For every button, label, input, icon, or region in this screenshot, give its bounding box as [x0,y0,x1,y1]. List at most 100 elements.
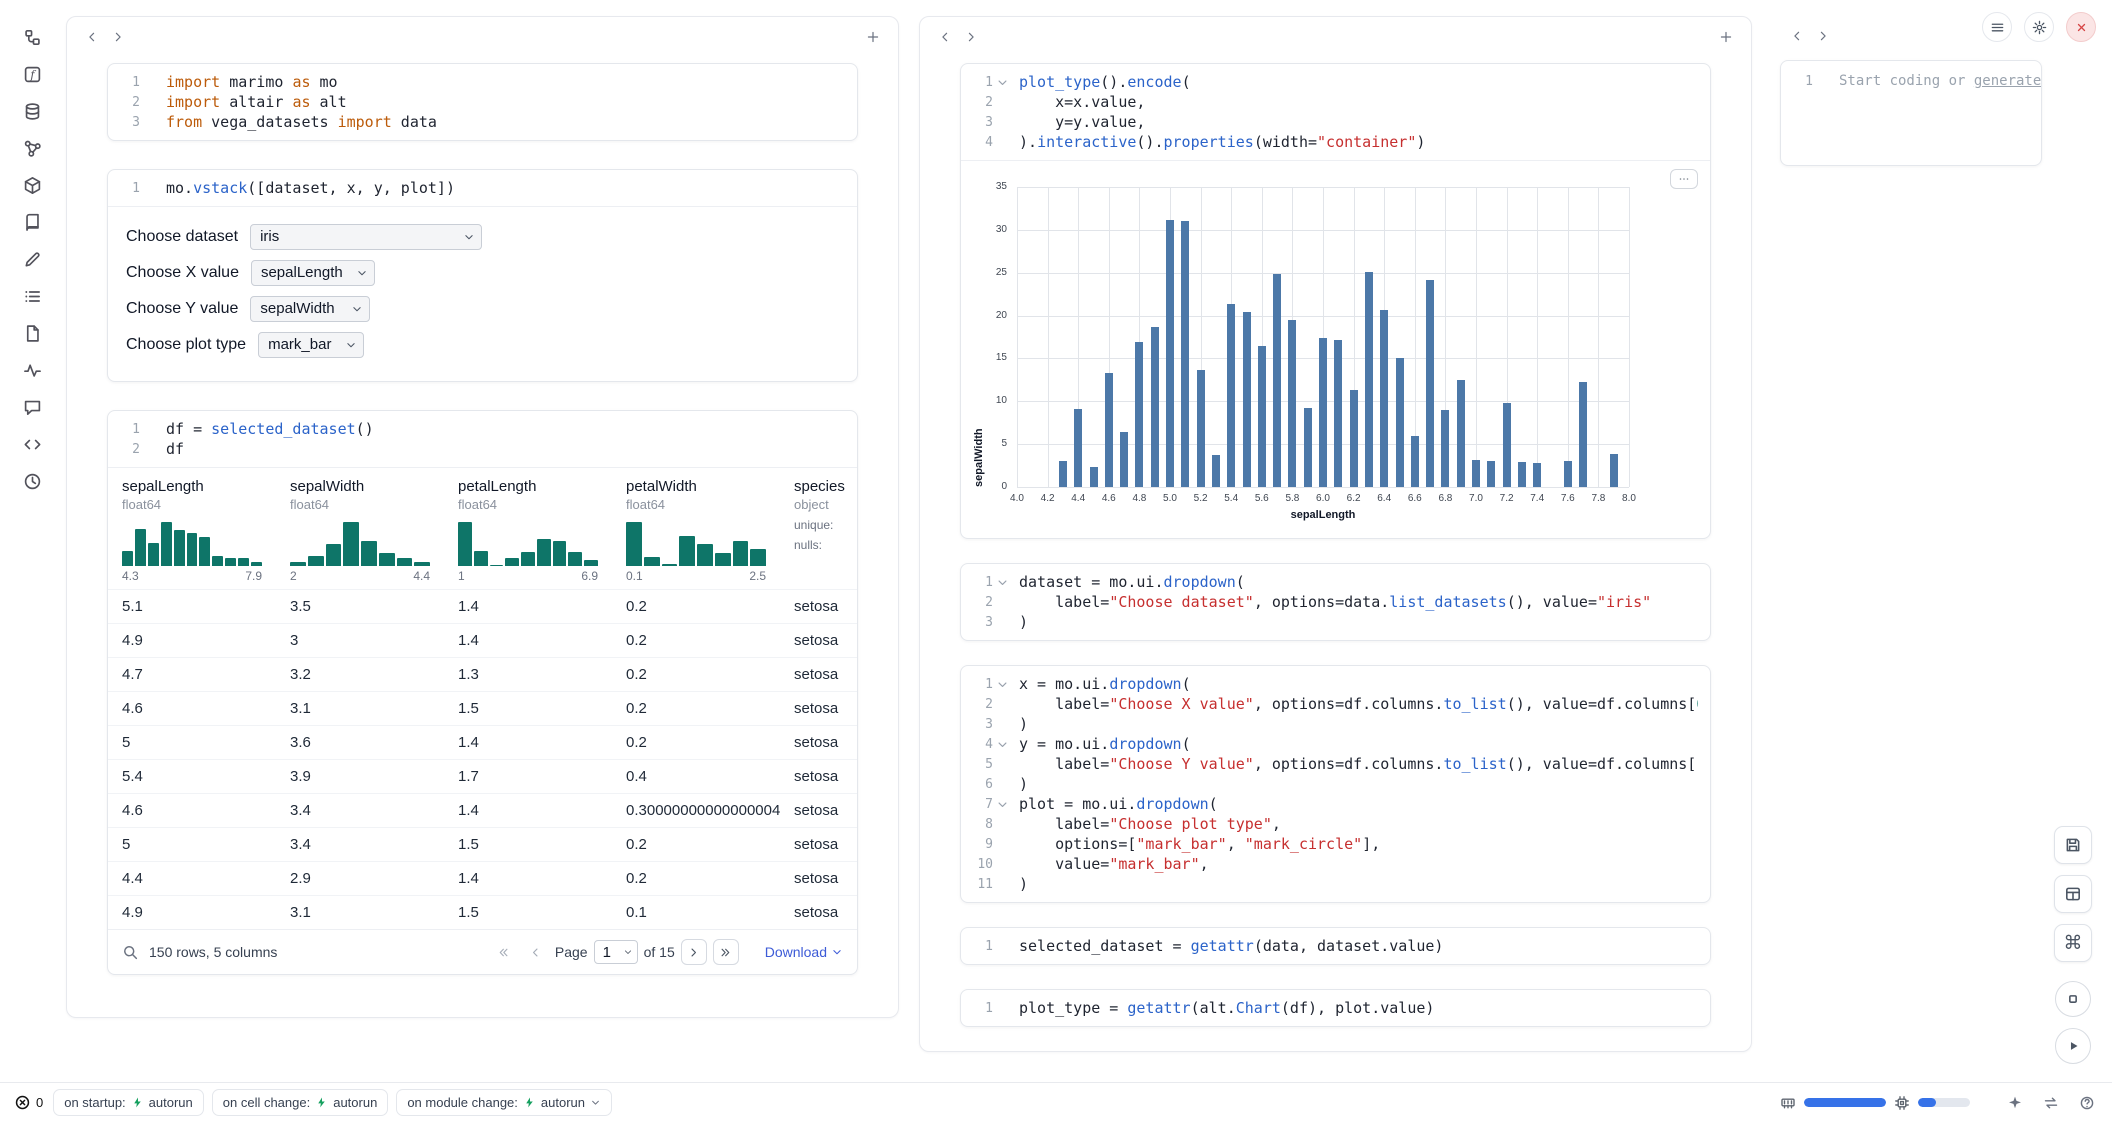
download-button[interactable]: Download [765,944,843,960]
table-cell: setosa [780,862,857,895]
table-cell: 3.2 [276,658,444,691]
run-mode-button-1[interactable]: on cell change:autorun [212,1089,389,1116]
expand-column-button[interactable] [105,24,131,50]
chart-plot[interactable] [1017,187,1629,487]
table-row: 5.13.51.40.2setosa [108,589,857,623]
connection-button[interactable] [2040,1092,2062,1114]
table-cell: 1.4 [444,862,612,895]
cell-editor[interactable]: 123dataset = mo.ui.dropdown( label="Choo… [961,564,1710,640]
statusbar: 0 on startup:autorun on cell change:autor… [0,1082,2112,1122]
sidebar-packages-button[interactable] [15,170,49,200]
variables-icon: f [23,65,42,84]
first-page-button[interactable] [491,939,517,965]
code-line: y = mo.ui.dropdown( [1019,734,1698,754]
fold-toggle-icon[interactable] [996,76,1009,89]
sidebar-dependencies-button[interactable] [15,133,49,163]
collapse-column-button[interactable] [79,24,105,50]
expand-column-button[interactable] [958,24,984,50]
chart-bar [1166,220,1174,487]
chart-actions-button[interactable] [1670,169,1698,189]
cell-editor[interactable]: 1234567891011x = mo.ui.dropdown( label="… [961,666,1710,902]
sidebar-code-snippets-button[interactable] [15,429,49,459]
code-line: import marimo as mo [166,72,437,92]
cpu-icon [1894,1095,1910,1111]
cell-editor[interactable]: 12df = selected_dataset()df [108,411,857,467]
collapse-column-button[interactable] [932,24,958,50]
fold-toggle-icon[interactable] [996,678,1009,691]
search-icon[interactable] [122,944,139,961]
settings-button[interactable] [2024,12,2054,42]
data-table: sepalLengthfloat644.37.9sepalWidthfloat6… [108,467,857,974]
line-number: 1 [985,75,993,90]
dataset-dropdown[interactable]: iris [250,224,482,250]
notebook-menu-button[interactable] [1982,12,2012,42]
y-axis-title: sepalWidth [973,187,985,487]
sidebar-outline-button[interactable] [15,281,49,311]
add-cell-button[interactable] [1713,24,1739,50]
plus-icon [866,30,880,44]
chart-bar [1273,274,1281,487]
sidebar-scratchpad-button[interactable] [15,244,49,274]
fold-toggle-icon[interactable] [996,738,1009,751]
code-line: plot_type = getattr(alt.Chart(df), plot.… [1019,998,1434,1018]
last-page-button[interactable] [713,939,739,965]
add-cell-button[interactable] [860,24,886,50]
sidebar-recents-button[interactable] [15,466,49,496]
next-page-button[interactable] [681,939,707,965]
fold-toggle-icon[interactable] [996,798,1009,811]
gridline [1598,187,1599,487]
previous-page-button[interactable] [523,939,549,965]
code-line: options=["mark_bar", "mark_circle"], [1019,834,1698,854]
page-select[interactable]: 1 [594,940,638,964]
help-button[interactable] [2076,1092,2098,1114]
column-name: petalWidth [626,478,766,495]
dependencies-icon [23,139,42,158]
expand-column-button[interactable] [1810,23,1836,49]
histogram-bar [626,522,642,566]
code-line: label="Choose plot type", [1019,814,1698,834]
run-mode-button-2[interactable]: on module change:autorun [396,1089,612,1116]
fold-toggle-icon[interactable] [996,576,1009,589]
run-all-button[interactable] [2055,1028,2091,1064]
gridline [1017,487,1629,488]
cell-editor[interactable]: 1 plot_type = getattr(alt.Chart(df), plot… [961,990,1710,1026]
interrupt-button[interactable] [2055,981,2091,1017]
panel-layout-button[interactable] [2054,875,2092,913]
histogram-bar [122,551,133,566]
ai-assistant-button[interactable] [2004,1092,2026,1114]
run-mode-button-0[interactable]: on startup:autorun [53,1089,204,1116]
sidebar-variables-button[interactable]: f [15,59,49,89]
cell-editor[interactable]: 1selected_dataset = getattr(data, datase… [961,928,1710,964]
error-indicator[interactable]: 0 [14,1094,43,1111]
cell-editor[interactable]: 1mo.vstack([dataset, x, y, plot]) [108,170,857,206]
x-value-dropdown[interactable]: sepalLength [251,260,375,286]
cell-editor[interactable]: 1234plot_type().encode( x=x.value, y=y.v… [961,64,1710,160]
histogram-bar [174,530,185,566]
generate-with-ai-link[interactable]: generate [1974,73,2041,89]
table-row: 4.931.40.2setosa [108,623,857,657]
y-value-dropdown[interactable]: sepalWidth [250,296,370,322]
marimo-app: f 123import marimo as moimport altair as… [0,0,2112,1122]
line-number: 1 [985,1001,993,1016]
histogram-bar [662,564,678,566]
plot-type-dropdown[interactable]: mark_bar [258,332,364,358]
shutdown-button[interactable] [2066,12,2096,42]
sidebar-chat-button[interactable] [15,392,49,422]
histogram-bar [326,544,342,566]
cell-editor[interactable]: 123import marimo as moimport altair as a… [108,64,857,140]
documentation-icon [23,213,42,232]
sidebar-file-explorer-button[interactable] [15,22,49,52]
run-mode-label: on startup: [64,1095,125,1110]
sidebar-data-sources-button[interactable] [15,96,49,126]
sidebar: f [0,0,64,1082]
collapse-column-button[interactable] [1784,23,1810,49]
save-button[interactable] [2054,826,2092,864]
keyboard-shortcuts-button[interactable]: ⌘ [2054,924,2092,962]
dropdown-row: Choose Y valuesepalWidth [126,295,839,322]
chart-bar [1487,461,1495,487]
new-cell-editor[interactable]: 1 Start coding or generate with AI. [1780,60,2042,166]
sidebar-documentation-button[interactable] [15,207,49,237]
sidebar-logs-button[interactable] [15,355,49,385]
sidebar-snippets-button[interactable] [15,318,49,348]
column-dtype: object [794,497,843,512]
